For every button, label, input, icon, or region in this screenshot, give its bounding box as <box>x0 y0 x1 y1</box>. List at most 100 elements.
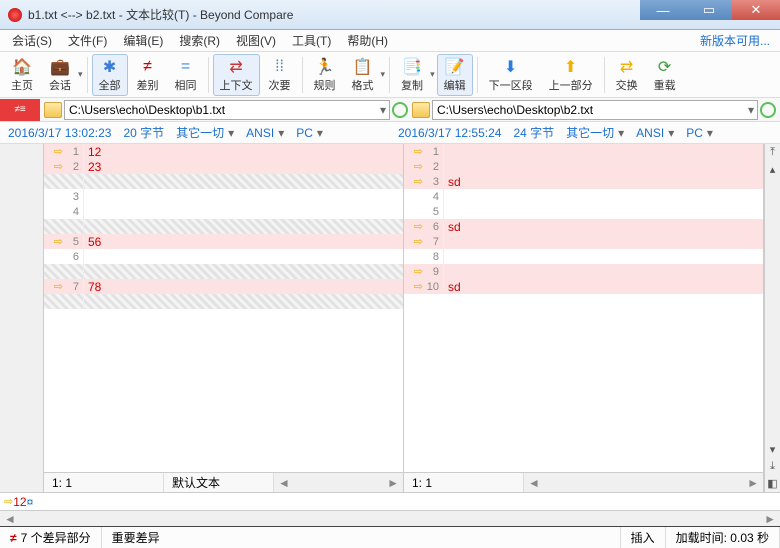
preview-hscroll[interactable]: ◄► <box>0 510 780 526</box>
folder-icon[interactable] <box>412 102 430 118</box>
text-line[interactable] <box>44 264 403 279</box>
new-version-link[interactable]: 新版本可用... <box>700 32 776 49</box>
edit-button[interactable]: 📝编辑 <box>437 54 473 96</box>
toolbar: 🏠主页 💼会话▾ ✱全部 ≠差别 =相同 ⇄上下文 ⁞⁞次要 🏃规则 📋格式▾ … <box>0 52 780 98</box>
text-line[interactable]: 6 <box>44 249 403 264</box>
minor-button[interactable]: ⁞⁞次要 <box>262 54 298 96</box>
right-encoding[interactable]: ANSI <box>636 126 664 140</box>
text-line[interactable]: ⇨1 <box>404 144 763 159</box>
minimize-button[interactable]: — <box>640 0 686 20</box>
text-line[interactable]: 4 <box>404 189 763 204</box>
context-button[interactable]: ⇄上下文 <box>213 54 260 96</box>
same-button[interactable]: =相同 <box>168 54 204 96</box>
left-hscroll[interactable]: ◄► <box>274 473 403 492</box>
chevron-down-icon[interactable]: ▾ <box>430 69 435 80</box>
right-info: 2016/3/17 12:55:24 24 字节 其它一切 ▾ ANSI ▾ PC ▾ <box>390 122 780 143</box>
text-line[interactable]: ⇨112 <box>44 144 403 159</box>
chevron-down-icon[interactable]: ▾ <box>317 126 323 140</box>
menubar: 会话(S) 文件(F) 编辑(E) 搜索(R) 视图(V) 工具(T) 帮助(H… <box>0 30 780 52</box>
left-info: 2016/3/17 13:02:23 20 字节 其它一切 ▾ ANSI ▾ PC ▾ <box>0 122 390 143</box>
folder-icon[interactable] <box>44 102 62 118</box>
swap-button[interactable]: ⇄交换 <box>609 54 645 96</box>
text-line[interactable]: ⇨2 <box>404 159 763 174</box>
right-platform[interactable]: PC <box>686 126 703 140</box>
app-icon <box>8 8 22 22</box>
notequal-icon: ≠ <box>138 57 158 77</box>
left-size[interactable]: 20 字节 <box>123 124 164 141</box>
copy-icon: 📑 <box>402 57 422 77</box>
right-path-input[interactable] <box>432 100 758 120</box>
right-other[interactable]: 其它一切 <box>566 124 614 141</box>
left-platform[interactable]: PC <box>296 126 313 140</box>
refresh-icon[interactable] <box>760 102 776 118</box>
text-line[interactable]: 3 <box>44 189 403 204</box>
right-path-group: ▾ <box>412 100 780 120</box>
maximize-button[interactable]: ▭ <box>686 0 732 20</box>
next-section-button[interactable]: ⬇下一区段 <box>482 54 540 96</box>
prev-part-button[interactable]: ⬆上一部分 <box>542 54 600 96</box>
menu-search[interactable]: 搜索(R) <box>171 30 228 51</box>
vertical-scrollbar[interactable]: ⤒ ▴ ▾ ⤓ ◧ <box>764 144 780 492</box>
notequal-icon: ≠ <box>10 531 17 545</box>
equal-icon: = <box>176 57 196 77</box>
menu-session[interactable]: 会话(S) <box>4 30 60 51</box>
text-line[interactable]: ⇨778 <box>44 279 403 294</box>
right-timestamp[interactable]: 2016/3/17 12:55:24 <box>398 126 501 140</box>
reload-button[interactable]: ⟳重载 <box>647 54 683 96</box>
chevron-down-icon[interactable]: ▾ <box>707 126 713 140</box>
text-line[interactable]: ⇨10sd <box>404 279 763 294</box>
menu-file[interactable]: 文件(F) <box>60 30 115 51</box>
left-timestamp[interactable]: 2016/3/17 13:02:23 <box>8 126 111 140</box>
scroll-top-icon[interactable]: ⤒ <box>770 146 775 159</box>
menu-help[interactable]: 帮助(H) <box>339 30 396 51</box>
text-line[interactable]: ⇨223 <box>44 159 403 174</box>
close-button[interactable]: ✕ <box>732 0 780 20</box>
text-line[interactable]: ⇨3sd <box>404 174 763 189</box>
chevron-down-icon[interactable]: ▾ <box>668 126 674 140</box>
right-text-area[interactable]: ⇨1⇨2⇨3sd45⇨6sd⇨78⇨9⇨10sd <box>404 144 763 472</box>
separator <box>389 57 390 93</box>
important-diff: 重要差异 <box>102 527 621 548</box>
overview-strip[interactable] <box>0 144 44 492</box>
menu-view[interactable]: 视图(V) <box>228 30 284 51</box>
text-line[interactable] <box>44 294 403 309</box>
chevron-down-icon[interactable]: ▾ <box>78 69 83 80</box>
chevron-down-icon[interactable]: ▾ <box>381 69 386 80</box>
left-text-area[interactable]: ⇨112⇨223 34 ⇨5566 ⇨778 <box>44 144 403 472</box>
text-line[interactable]: 8 <box>404 249 763 264</box>
chevron-down-icon[interactable]: ▾ <box>278 126 284 140</box>
left-path-input[interactable] <box>64 100 390 120</box>
session-button[interactable]: 💼会话 <box>42 54 78 96</box>
right-size[interactable]: 24 字节 <box>513 124 554 141</box>
right-pane: ⇨1⇨2⇨3sd45⇨6sd⇨78⇨9⇨10sd 1: 1 ◄► <box>404 144 764 492</box>
chevron-down-icon[interactable]: ▾ <box>618 126 624 140</box>
text-line[interactable]: ⇨9 <box>404 264 763 279</box>
left-encoding[interactable]: ANSI <box>246 126 274 140</box>
text-line[interactable] <box>44 174 403 189</box>
home-button[interactable]: 🏠主页 <box>4 54 40 96</box>
right-hscroll[interactable]: ◄► <box>524 473 763 492</box>
text-line[interactable]: 4 <box>44 204 403 219</box>
left-cursor-pos: 1: 1 <box>44 473 164 492</box>
text-line[interactable]: ⇨556 <box>44 234 403 249</box>
text-line[interactable]: ⇨7 <box>404 234 763 249</box>
menu-edit[interactable]: 编辑(E) <box>115 30 171 51</box>
scroll-bottom-icon[interactable]: ⤓ <box>770 460 775 473</box>
compare-icon: ≠≡ <box>0 99 40 121</box>
chevron-down-icon[interactable]: ▾ <box>228 126 234 140</box>
diff-button[interactable]: ≠差别 <box>130 54 166 96</box>
scroll-up-icon[interactable]: ▴ <box>770 163 776 176</box>
all-button[interactable]: ✱全部 <box>92 54 128 96</box>
text-line[interactable]: ⇨6sd <box>404 219 763 234</box>
text-line[interactable] <box>44 219 403 234</box>
text-line[interactable]: 5 <box>404 204 763 219</box>
copy-button[interactable]: 📑复制 <box>394 54 430 96</box>
format-button[interactable]: 📋格式 <box>345 54 381 96</box>
rules-button[interactable]: 🏃规则 <box>307 54 343 96</box>
menu-tools[interactable]: 工具(T) <box>284 30 339 51</box>
scroll-down-icon[interactable]: ▾ <box>770 443 776 456</box>
left-mode: 默认文本 <box>164 473 274 492</box>
split-icon[interactable]: ◧ <box>767 477 777 490</box>
left-other[interactable]: 其它一切 <box>176 124 224 141</box>
refresh-icon[interactable] <box>392 102 408 118</box>
